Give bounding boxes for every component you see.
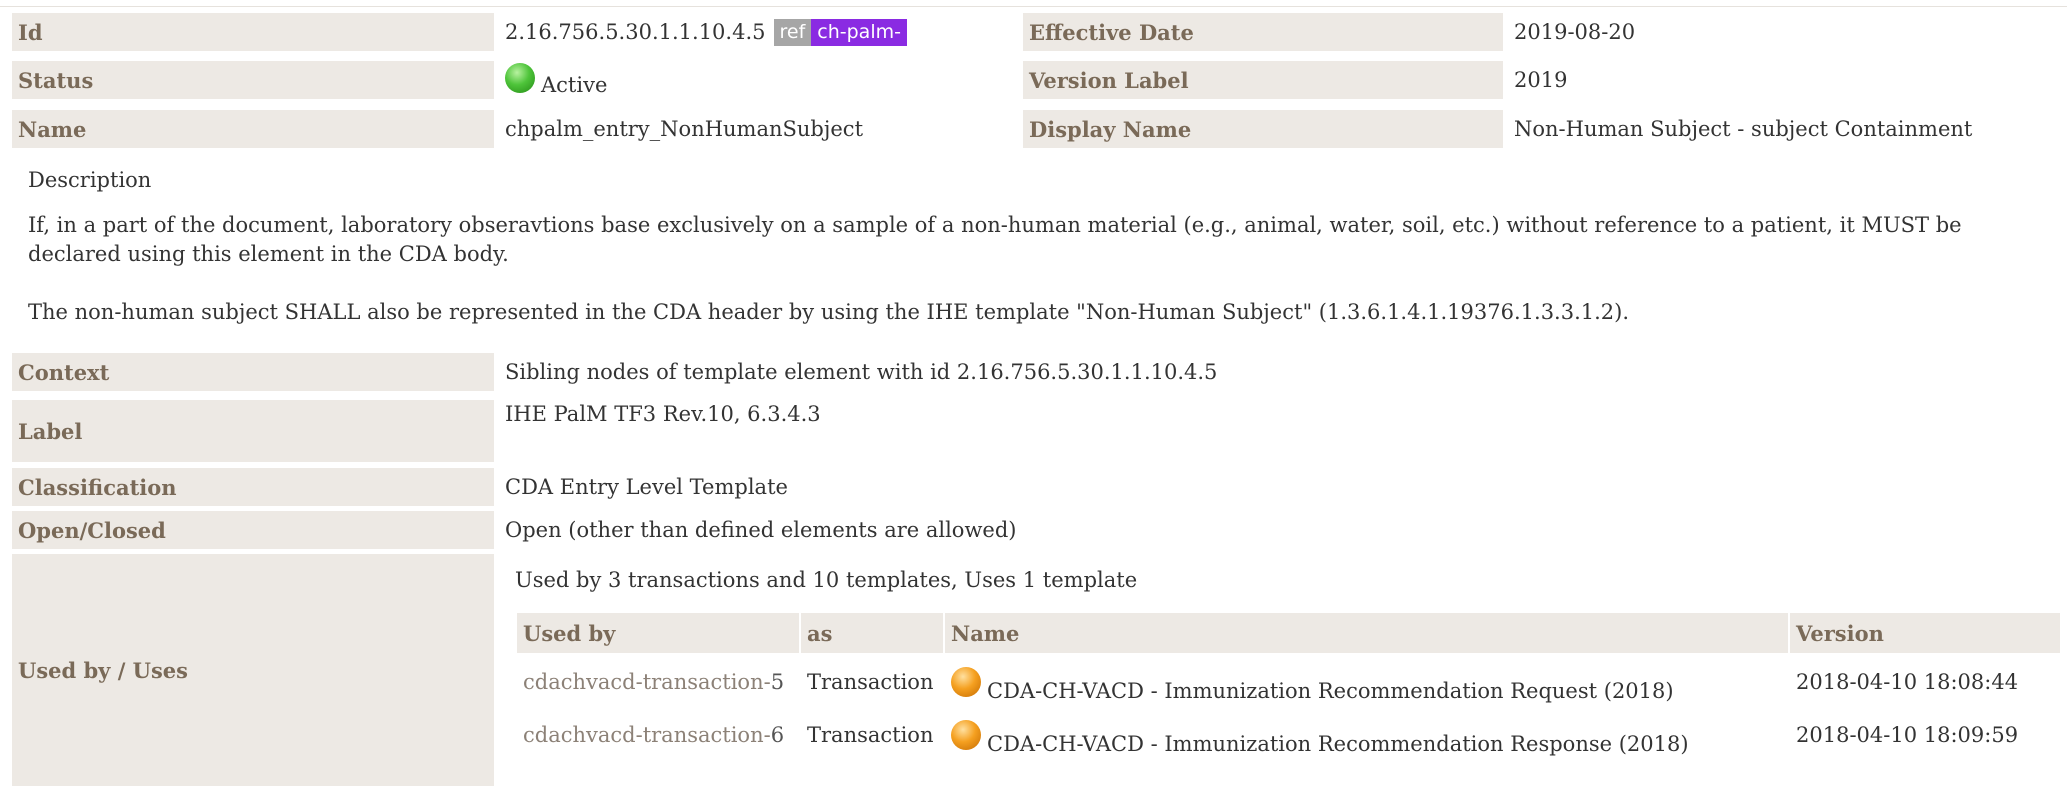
id-label: Id <box>12 13 494 51</box>
description-paragraph-1: If, in a part of the document, laborator… <box>28 213 1962 266</box>
row-as: Transaction <box>807 670 934 694</box>
row-name: CDA-CH-VACD - Immunization Recommendatio… <box>987 732 1689 756</box>
display-name-value: Non-Human Subject - subject Containment <box>1514 117 1973 141</box>
label-label: Label <box>12 400 494 462</box>
context-label: Context <box>12 353 494 391</box>
row-name-cell: CDA-CH-VACD - Immunization Recommendatio… <box>945 715 1788 763</box>
effective-date-value: 2019-08-20 <box>1514 20 1636 44</box>
status-label: Status <box>12 61 494 99</box>
used-by-link-number[interactable]: 5 <box>771 670 784 694</box>
classification-value: CDA Entry Level Template <box>505 475 788 499</box>
used-by-summary: Used by 3 transactions and 10 templates,… <box>515 568 1138 592</box>
row-as: Transaction <box>807 723 934 747</box>
description-paragraph-2: The non-human subject SHALL also be repr… <box>28 300 1630 324</box>
used-by-link[interactable]: cdachvacd-transaction- <box>523 723 771 747</box>
column-header-name: Name <box>945 613 1788 653</box>
orange-status-icon <box>951 667 981 697</box>
table-row[interactable]: cdachvacd-transaction- 6 <box>517 715 799 755</box>
display-name-label: Display Name <box>1023 110 1503 148</box>
orange-status-icon <box>951 720 981 750</box>
top-divider <box>0 6 2067 7</box>
version-label-label: Version Label <box>1023 61 1503 99</box>
label-value: IHE PalM TF3 Rev.10, 6.3.4.3 <box>505 402 821 426</box>
column-header-as: as <box>801 613 943 653</box>
name-label: Name <box>12 110 494 148</box>
template-detail-page: Id 2.16.756.5.30.1.1.10.4.5 ref ch-palm- … <box>0 0 2067 786</box>
used-by-label: Used by / Uses <box>12 554 494 786</box>
effective-date-label: Effective Date <box>1023 13 1503 51</box>
row-version: 2018-04-10 18:08:44 <box>1796 670 2019 694</box>
used-by-link-number[interactable]: 6 <box>771 723 784 747</box>
description-title: Description <box>28 168 152 192</box>
status-value-cell: Active <box>501 59 1011 103</box>
id-value-cell: 2.16.756.5.30.1.1.10.4.5 ref ch-palm- <box>501 13 1011 51</box>
status-value: Active <box>541 73 608 97</box>
context-value: Sibling nodes of template element with i… <box>505 360 1218 384</box>
version-label-value: 2019 <box>1514 68 1568 92</box>
classification-label: Classification <box>12 468 494 506</box>
name-value: chpalm_entry_NonHumanSubject <box>505 117 864 141</box>
ref-tag[interactable]: ref <box>773 18 812 46</box>
id-value: 2.16.756.5.30.1.1.10.4.5 <box>505 20 766 44</box>
open-closed-label: Open/Closed <box>12 511 494 549</box>
green-status-icon <box>505 63 535 93</box>
column-header-version: Version <box>1790 613 2060 653</box>
used-by-link[interactable]: cdachvacd-transaction- <box>523 670 771 694</box>
row-version: 2018-04-10 18:09:59 <box>1796 723 2019 747</box>
table-row[interactable]: cdachvacd-transaction- 5 <box>517 662 799 702</box>
id-prefix-tag[interactable]: ch-palm- <box>811 18 907 46</box>
open-closed-value: Open (other than defined elements are al… <box>505 518 1017 542</box>
column-header-used-by: Used by <box>517 613 799 653</box>
row-name-cell: CDA-CH-VACD - Immunization Recommendatio… <box>945 662 1788 710</box>
row-name: CDA-CH-VACD - Immunization Recommendatio… <box>987 679 1674 703</box>
